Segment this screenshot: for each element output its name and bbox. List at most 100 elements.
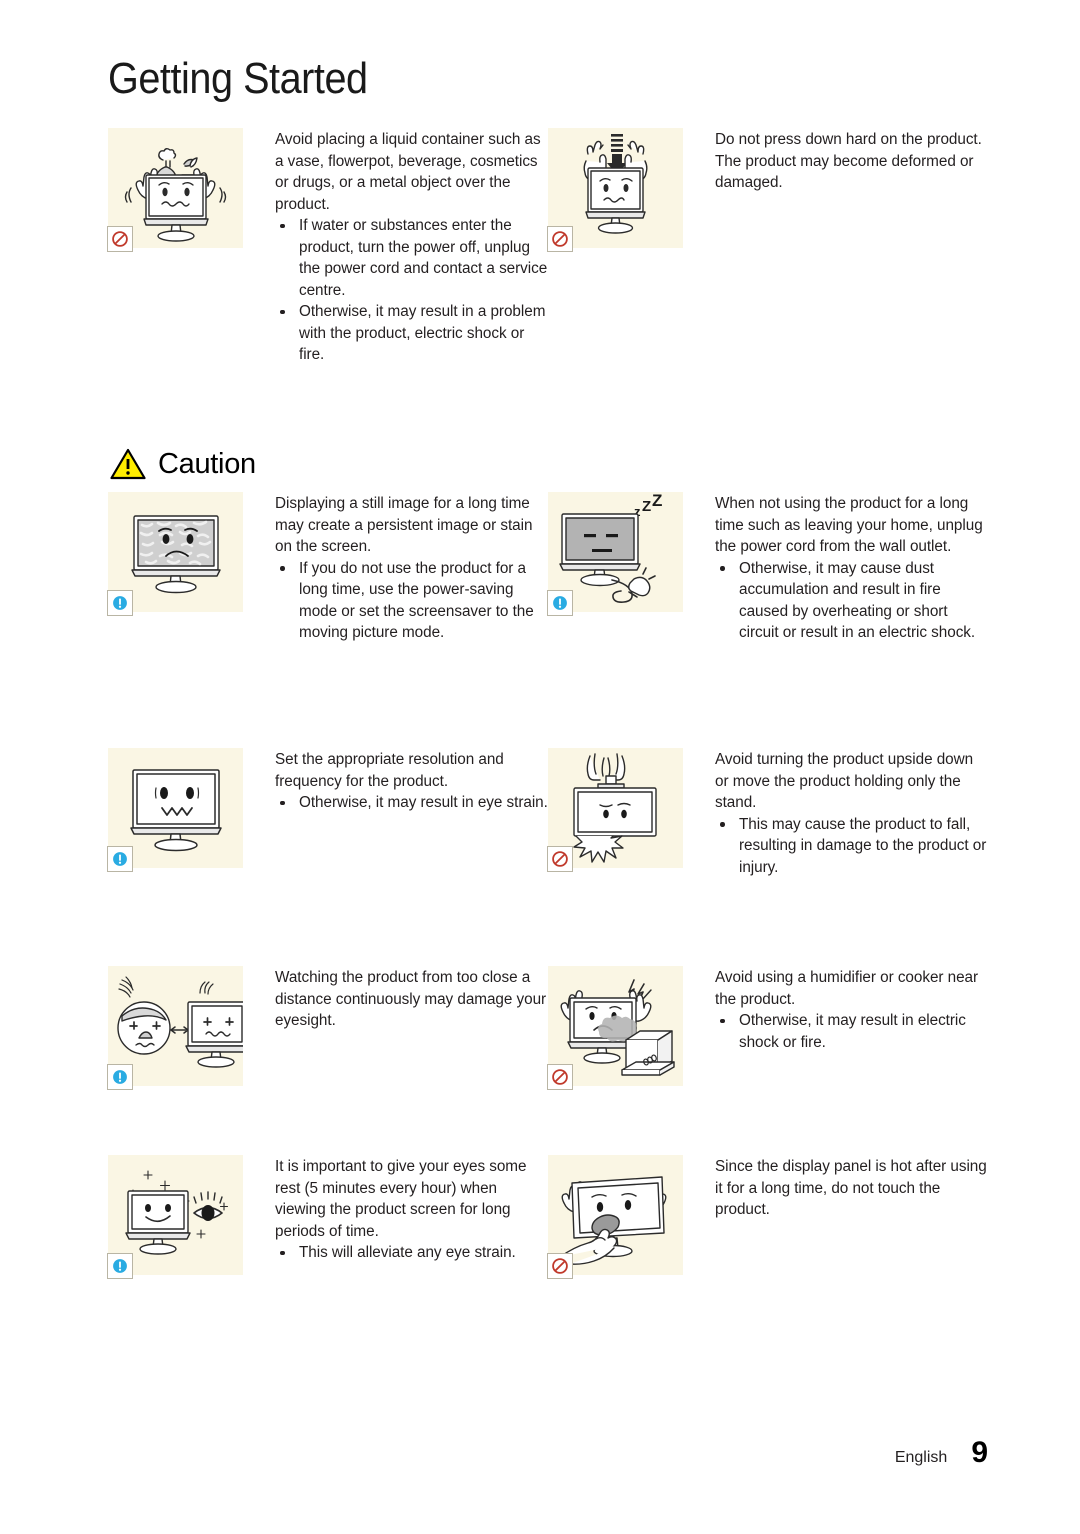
bullet-dot — [280, 309, 285, 314]
illustration-monitor-with-vase-and-glass — [107, 128, 243, 252]
info-exclamation-icon — [113, 1070, 127, 1084]
safety-item-body: Displaying a still image for a long time… — [243, 492, 548, 644]
illustration-sleeping-monitor-with-unplugged-cord: z Z Z — [547, 492, 683, 616]
prohibition-icon — [552, 1258, 568, 1274]
bullet-dot — [720, 1018, 725, 1023]
safety-item-body: Watching the product from too close a di… — [243, 966, 548, 1032]
bullet-text: If water or substances enter the product… — [299, 217, 548, 299]
item-lead-text: Displaying a still image for a long time… — [275, 495, 533, 555]
item-bullets: This will alleviate any eye strain. — [275, 1242, 548, 1264]
bullet-text: Otherwise, it may cause dust accumulatio… — [739, 559, 976, 642]
info-badge — [107, 846, 133, 872]
bullet-text: Otherwise, it may result in electric sho… — [739, 1012, 966, 1051]
safety-item-resolution-frequency: Set the appropriate resolution and frequ… — [107, 748, 548, 872]
caution-heading: Caution — [110, 448, 256, 480]
safety-item-body: Set the appropriate resolution and frequ… — [243, 748, 548, 814]
illustration-face-too-close-to-monitor — [107, 966, 243, 1090]
bullet-text: This may cause the product to fall, resu… — [739, 815, 987, 876]
bullet-text: Otherwise, it may result in a problem wi… — [299, 303, 546, 363]
safety-item-body: Avoid placing a liquid container such as… — [243, 128, 548, 366]
prohibition-badge — [547, 846, 573, 872]
list-item: If water or substances enter the product… — [275, 215, 548, 301]
item-bullets: If you do not use the product for a long… — [275, 558, 548, 644]
item-lead-text: Avoid turning the product upside down or… — [715, 751, 974, 811]
illustration-hand-touching-hot-panel — [547, 1155, 683, 1279]
figure-wrap — [107, 748, 243, 872]
safety-item-unplug-when-away: z Z Z When not using the product for a l… — [547, 492, 988, 644]
page-title: Getting Started — [108, 54, 368, 103]
item-bullets: If water or substances enter the product… — [275, 215, 548, 366]
safety-item-still-image: Displaying a still image for a long time… — [107, 492, 548, 644]
safety-item-eye-rest: It is important to give your eyes some r… — [107, 1155, 548, 1279]
info-badge — [107, 590, 133, 616]
info-badge — [107, 1064, 133, 1090]
list-item: Otherwise, it may cause dust accumulatio… — [715, 558, 988, 644]
figure-wrap — [547, 748, 683, 872]
figure-wrap — [107, 492, 243, 616]
figure-wrap — [107, 1155, 243, 1279]
info-badge — [107, 1253, 133, 1279]
list-item: If you do not use the product for a long… — [275, 558, 548, 644]
safety-item-humidifier-cooker: Avoid using a humidifier or cooker near … — [547, 966, 988, 1090]
prohibition-icon — [552, 231, 568, 247]
item-lead-text: Do not press down hard on the product. T… — [715, 131, 982, 191]
safety-item-body: Since the display panel is hot after usi… — [683, 1155, 988, 1221]
illustration-monitor-with-dizzy-face — [107, 748, 243, 872]
warning-items-row-3: Set the appropriate resolution and frequ… — [107, 748, 988, 878]
list-item: This may cause the product to fall, resu… — [715, 814, 988, 879]
page-header: Getting Started — [108, 54, 988, 103]
bullet-dot — [280, 566, 285, 571]
figure-wrap — [107, 966, 243, 1090]
item-lead-text: It is important to give your eyes some r… — [275, 1158, 527, 1240]
figure-wrap — [107, 128, 243, 252]
list-item: Otherwise, it may result in a problem wi… — [275, 301, 548, 366]
bullet-dot — [720, 566, 725, 571]
item-lead-text: Avoid using a humidifier or cooker near … — [715, 969, 979, 1008]
safety-item-body: Avoid turning the product upside down or… — [683, 748, 988, 878]
safety-item-press-down-hard: Do not press down hard on the product. T… — [547, 128, 988, 252]
item-bullets: Otherwise, it may result in electric sho… — [715, 1010, 988, 1053]
bullet-dot — [280, 223, 285, 228]
item-lead-text: Since the display panel is hot after usi… — [715, 1158, 987, 1218]
safety-item-viewing-distance: Watching the product from too close a di… — [107, 966, 548, 1090]
illustration-monitor-next-to-steaming-cooker — [547, 966, 683, 1090]
info-badge — [547, 590, 573, 616]
item-row: Displaying a still image for a long time… — [107, 492, 988, 644]
figure-wrap — [547, 966, 683, 1090]
prohibition-icon — [112, 231, 128, 247]
item-lead-text: Avoid placing a liquid container such as… — [275, 131, 541, 213]
illustration-monitor-upside-down-falling — [547, 748, 683, 872]
item-lead-text: When not using the product for a long ti… — [715, 495, 983, 555]
caution-label: Caution — [158, 447, 256, 480]
info-exclamation-icon — [553, 596, 567, 610]
info-exclamation-icon — [113, 1259, 127, 1273]
item-lead-text: Set the appropriate resolution and frequ… — [275, 751, 504, 790]
manual-page: Getting Started Avoid placing a liquid c… — [0, 0, 1080, 1534]
item-lead-text: Watching the product from too close a di… — [275, 969, 547, 1029]
prohibition-icon — [552, 1069, 568, 1085]
item-bullets: Otherwise, it may cause dust accumulatio… — [715, 558, 988, 644]
warning-triangle-icon — [110, 448, 146, 480]
item-bullets: This may cause the product to fall, resu… — [715, 814, 988, 879]
prohibition-badge — [107, 226, 133, 252]
warning-items-row-2: Displaying a still image for a long time… — [107, 492, 988, 644]
safety-item-hot-panel: Since the display panel is hot after usi… — [547, 1155, 988, 1279]
safety-item-body: Do not press down hard on the product. T… — [683, 128, 988, 194]
prohibition-icon — [552, 851, 568, 867]
list-item: Otherwise, it may result in eye strain. — [275, 792, 548, 814]
illustration-monitor-pressed-by-hands-with-arrow — [547, 128, 683, 252]
footer-page-number: 9 — [971, 1436, 988, 1469]
bullet-text: If you do not use the product for a long… — [299, 559, 534, 642]
illustration-happy-monitor-with-sparkling-eye — [107, 1155, 243, 1279]
list-item: Otherwise, it may result in electric sho… — [715, 1010, 988, 1053]
figure-wrap — [547, 1155, 683, 1279]
warning-items-row-1: Avoid placing a liquid container such as… — [107, 128, 988, 366]
item-row: It is important to give your eyes some r… — [107, 1155, 988, 1279]
illustration-monitor-with-burn-in-screen — [107, 492, 243, 616]
safety-item-body: It is important to give your eyes some r… — [243, 1155, 548, 1264]
figure-wrap — [547, 128, 683, 252]
warning-items-row-5: It is important to give your eyes some r… — [107, 1155, 988, 1279]
bullet-text: Otherwise, it may result in eye strain. — [299, 794, 548, 811]
safety-item-liquid-container: Avoid placing a liquid container such as… — [107, 128, 548, 366]
bullet-text: This will alleviate any eye strain. — [299, 1244, 516, 1261]
